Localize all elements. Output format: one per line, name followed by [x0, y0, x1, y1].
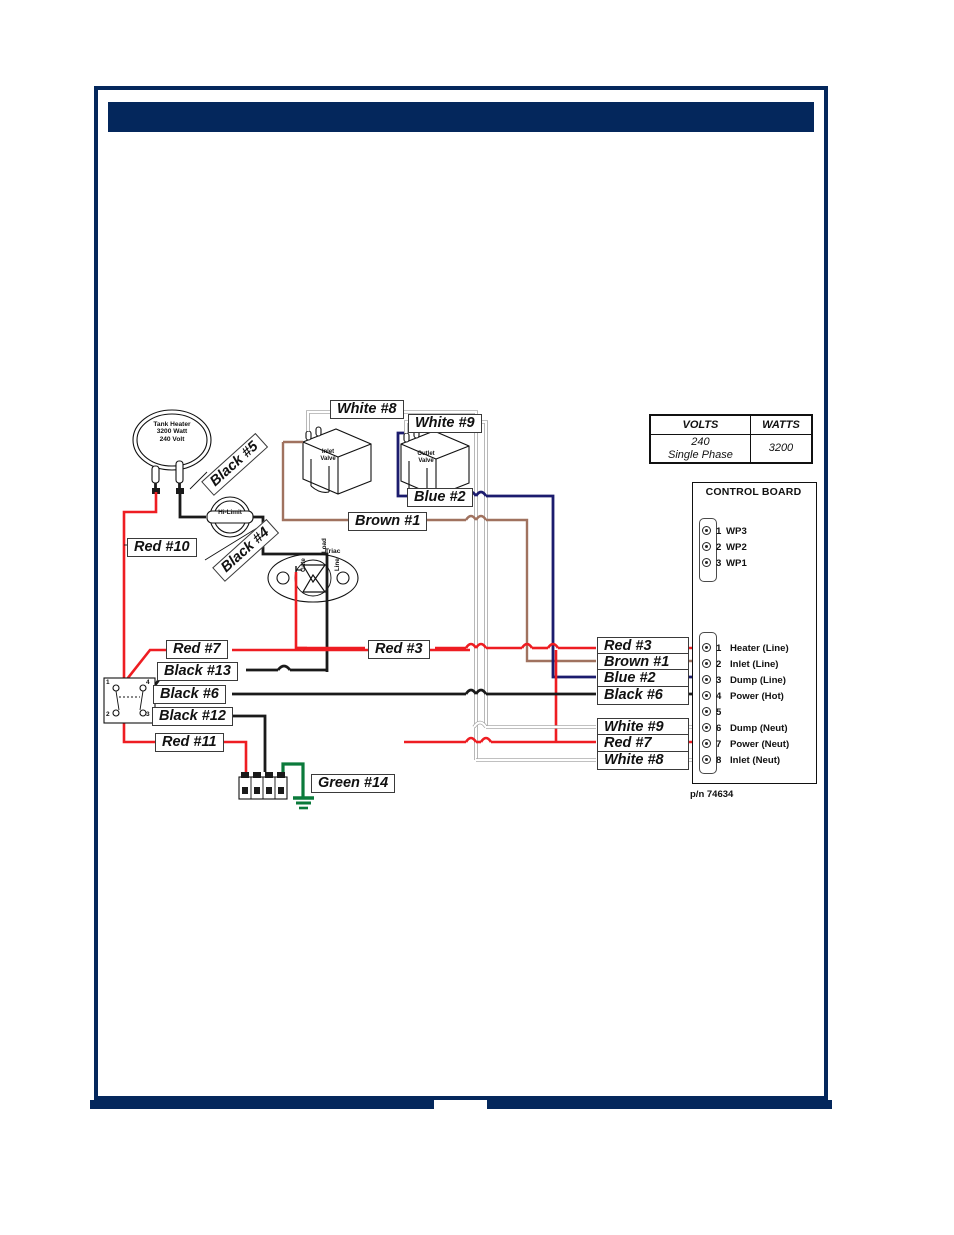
- tank-heater-line1: Tank Heater: [153, 421, 191, 428]
- cb-label-3: Dump (Line): [730, 675, 786, 686]
- wire-label-blue-2-top: Blue #2: [407, 488, 473, 507]
- wire-label-black-13-left: Black #13: [157, 662, 238, 681]
- cb-top-label-2: WP2: [726, 542, 747, 553]
- spec-table-header-row: VOLTS WATTS: [650, 415, 813, 435]
- cb-num-8: 8: [716, 755, 722, 766]
- cb-pin-3[interactable]: [702, 675, 711, 684]
- wire-label-red-3-mid: Red #3: [368, 640, 430, 659]
- wire-label-black-6-right: Black #6: [597, 686, 689, 705]
- outlet-valve-line2: Valve: [418, 457, 434, 464]
- wire-white-8: [306, 410, 478, 760]
- wire-label-white-8-top: White #8: [330, 400, 404, 419]
- cb-pin-1[interactable]: [702, 643, 711, 652]
- wire-label-white-8-right: White #8: [597, 751, 689, 770]
- cb-pin-7[interactable]: [702, 739, 711, 748]
- wire-white-9-hop: [472, 720, 596, 729]
- cb-top-label-3: WP1: [726, 558, 747, 569]
- cb-pin-8[interactable]: [702, 755, 711, 764]
- cb-num-2: 2: [716, 659, 722, 670]
- spec-table-row: 240 Single Phase 3200: [650, 433, 813, 464]
- inlet-valve-line1: Inlet: [321, 449, 335, 455]
- triac-symbol: [267, 553, 359, 672]
- outlet-valve-line1: Outlet: [417, 451, 435, 457]
- tank-heater-line2: 3200 Watt: [156, 428, 188, 436]
- control-board-bottom-connector: [699, 632, 717, 774]
- triac-terminal-line: Line: [334, 558, 341, 571]
- spec-header-volts: VOLTS: [650, 415, 751, 435]
- wire-label-red-10: Red #10: [127, 538, 197, 557]
- switch-terminal-4: 4: [146, 679, 150, 686]
- cb-pin-5[interactable]: [702, 707, 711, 716]
- control-board-part-number: p/n 74634: [690, 789, 734, 800]
- wiring-diagram-page: .w{fill:none;stroke-linecap:butt;stroke-…: [0, 0, 954, 1235]
- hi-limit-symbol: [206, 496, 254, 538]
- wire-white-9: [404, 420, 488, 727]
- terminal-strip-symbol: [238, 772, 288, 800]
- cb-top-num-3: 3: [716, 558, 722, 569]
- wire-label-red-11-left: Red #11: [155, 733, 224, 752]
- cb-num-3: 3: [716, 675, 722, 686]
- cb-label-2: Inlet (Line): [730, 659, 779, 670]
- wire-label-blue-2-right: Blue #2: [597, 669, 689, 688]
- hi-limit-caption: Hi-Limit: [218, 509, 242, 516]
- cb-num-7: 7: [716, 739, 722, 750]
- cb-top-num-1: 1: [716, 526, 722, 537]
- wire-label-red-7-right: Red #7: [597, 734, 689, 753]
- cb-label-1: Heater (Line): [730, 643, 789, 654]
- cb-num-1: 1: [716, 643, 722, 654]
- cb-num-5: 5: [716, 707, 722, 718]
- cb-num-6: 6: [716, 723, 722, 734]
- wire-label-black-6-left: Black #6: [153, 685, 226, 704]
- wire-triac-gate-red: [294, 572, 307, 650]
- tank-heater-caption: Tank Heater 3200 Watt 240 Volt: [140, 421, 204, 443]
- tank-heater-line3: 240 Volt: [159, 435, 185, 443]
- wire-label-green-14: Green #14: [311, 774, 396, 793]
- cb-top-pin-3[interactable]: [702, 558, 711, 567]
- switch-terminal-1: 1: [106, 679, 110, 686]
- wire-green-14: [281, 762, 314, 810]
- control-board-title: CONTROL BOARD: [705, 486, 802, 498]
- cb-label-4: Power (Hot): [730, 691, 784, 702]
- cb-label-7: Power (Neut): [730, 739, 790, 750]
- spec-header-watts: WATTS: [749, 415, 813, 435]
- cb-label-6: Dump (Neut): [730, 723, 788, 734]
- triac-terminal-gate: Gate: [300, 558, 307, 572]
- cb-top-pin-1[interactable]: [702, 526, 711, 535]
- switch-terminal-3: 3: [146, 711, 150, 718]
- cb-top-num-2: 2: [716, 542, 722, 553]
- inlet-valve-line2: Valve: [320, 455, 336, 462]
- cb-pin-4[interactable]: [702, 691, 711, 700]
- cb-label-8: Inlet (Neut): [730, 755, 781, 766]
- cb-num-4: 4: [716, 691, 722, 702]
- cb-top-label-1: WP3: [726, 526, 747, 537]
- switch-terminal-2: 2: [106, 711, 110, 718]
- spec-volts-line1: 240: [691, 436, 710, 448]
- inlet-valve-caption: Inlet Valve: [316, 449, 340, 462]
- spec-table: VOLTS WATTS 240 Single Phase 3200: [649, 414, 813, 464]
- wire-label-red-7-left: Red #7: [166, 640, 228, 659]
- cb-pin-2[interactable]: [702, 659, 711, 668]
- spec-volts-line2: Single Phase: [668, 448, 733, 461]
- outlet-valve-caption: Outlet Valve: [414, 451, 438, 464]
- spec-cell-watts: 3200: [749, 433, 813, 464]
- triac-terminal-load: Load: [321, 538, 328, 553]
- wire-red-3: [296, 642, 596, 650]
- cb-top-pin-2[interactable]: [702, 542, 711, 551]
- wire-label-black-12-left: Black #12: [152, 707, 233, 726]
- spec-cell-volts: 240 Single Phase: [650, 433, 751, 464]
- wire-black-5: [178, 492, 206, 519]
- cb-pin-6[interactable]: [702, 723, 711, 732]
- wire-label-white-9-top: White #9: [408, 414, 482, 433]
- wire-label-brown-1-mid: Brown #1: [348, 512, 428, 531]
